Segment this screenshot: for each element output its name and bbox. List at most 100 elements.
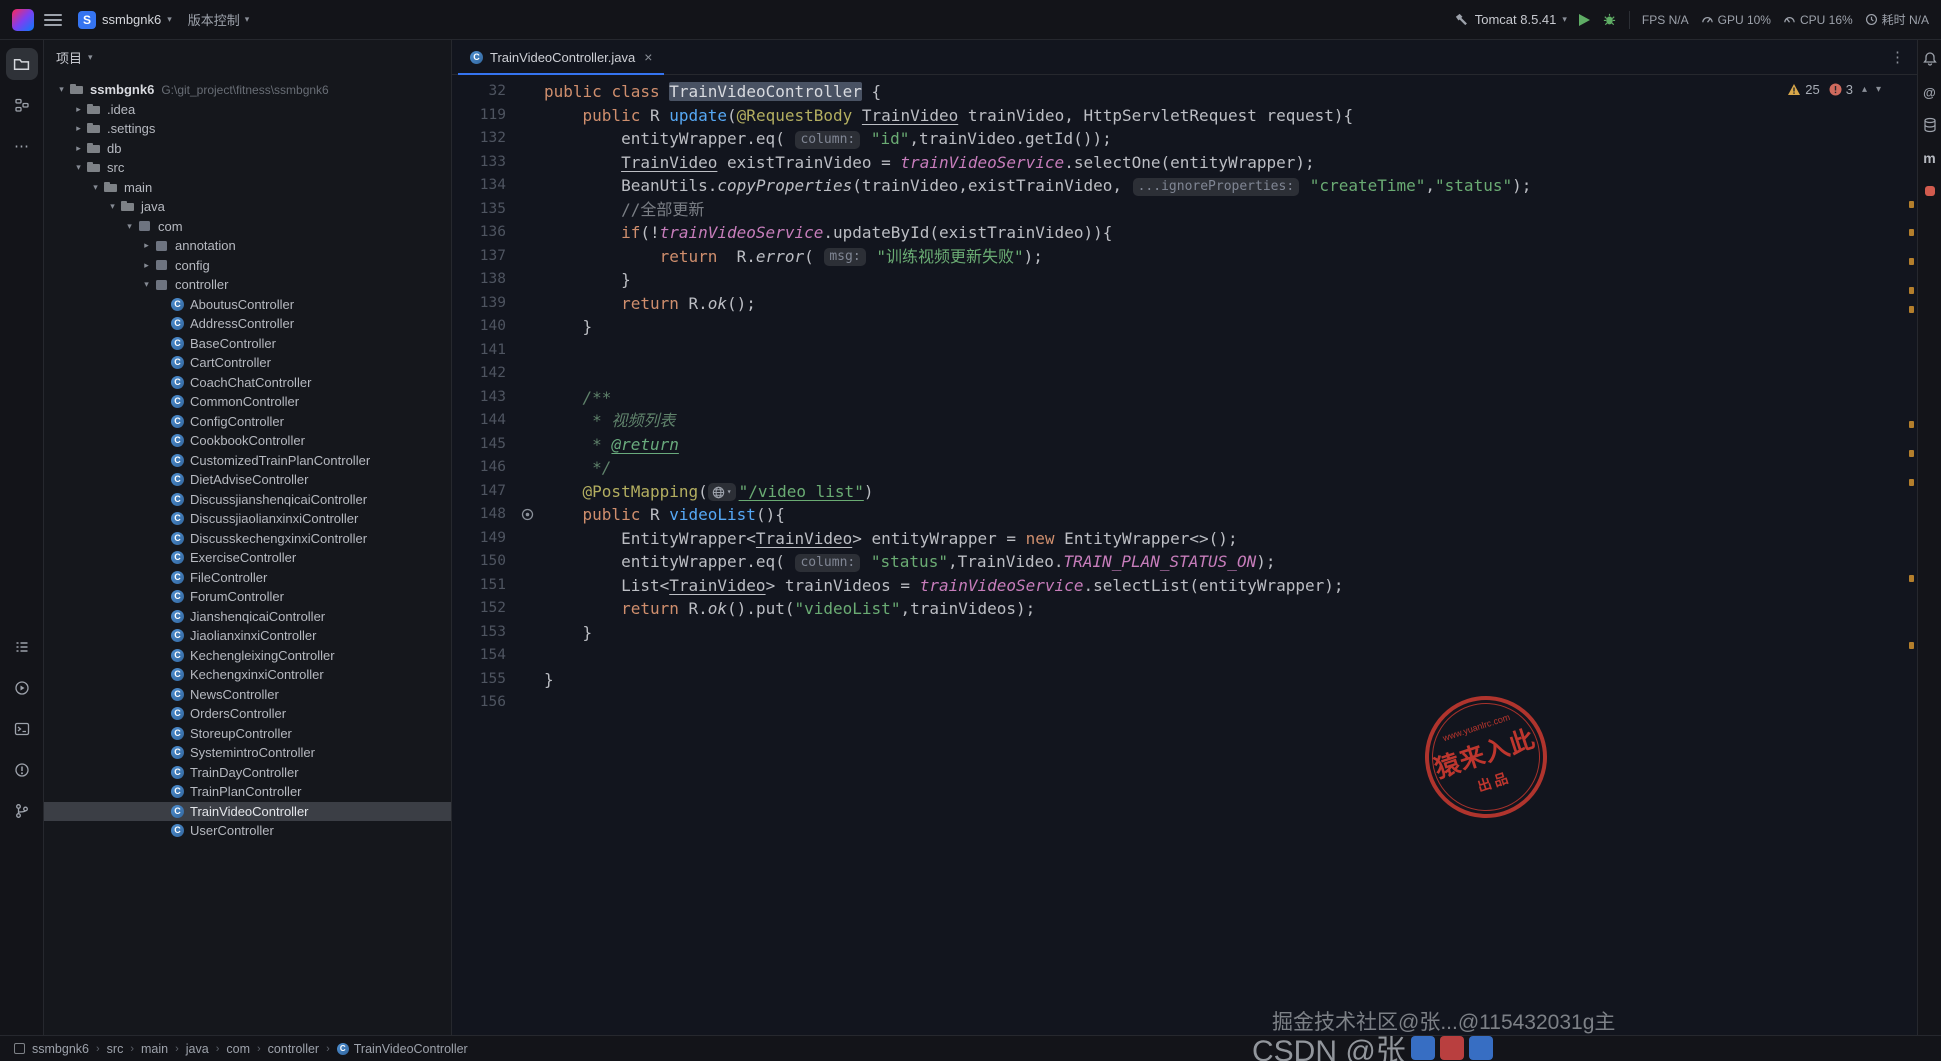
tree-item-DiscusskechengxinxiController[interactable]: C DiscusskechengxinxiController [44,529,451,549]
prev-problem-button[interactable]: ▴ [1862,84,1867,95]
tree-item-java[interactable]: java [44,197,451,217]
tree-item-TrainDayController[interactable]: C TrainDayController [44,763,451,783]
tree-item-.idea[interactable]: .idea [44,100,451,120]
chevron-right-icon[interactable] [139,240,154,251]
plugin-button[interactable] [1921,182,1939,200]
run-config-selector[interactable]: Tomcat 8.5.41 ▾ [1454,12,1567,27]
code-line-134[interactable]: 134 BeanUtils.copyProperties(trainVideo,… [452,174,1917,198]
code-line-147[interactable]: 147 @PostMapping(▾ "/video_list") [452,480,1917,504]
code-line-137[interactable]: 137 return R.error( msg: "训练视频更新失败"); [452,245,1917,269]
chevron-down-icon[interactable] [54,84,69,95]
editor-scrollbar[interactable] [1907,76,1915,1035]
code-line-156[interactable]: 156 [452,691,1917,715]
warning-stripe-mark[interactable] [1909,478,1914,486]
ai-assistant-button[interactable]: @ [1921,83,1939,101]
project-selector[interactable]: S ssmbgnk6 ▾ [72,8,178,32]
code-line-149[interactable]: 149 EntityWrapper<TrainVideo> entityWrap… [452,527,1917,551]
tree-item-.settings[interactable]: .settings [44,119,451,139]
code-line-155[interactable]: 155} [452,668,1917,692]
structure-tool-button[interactable] [6,89,38,121]
code-line-138[interactable]: 138 } [452,268,1917,292]
database-button[interactable] [1921,116,1939,134]
code-line-133[interactable]: 133 TrainVideo existTrainVideo = trainVi… [452,151,1917,175]
tree-item-DiscussjiaolianxinxiController[interactable]: C DiscussjiaolianxinxiController [44,509,451,529]
tree-item-ConfigController[interactable]: C ConfigController [44,412,451,432]
warning-stripe-mark[interactable] [1909,306,1914,314]
code-line-152[interactable]: 152 return R.ok().put("videoList",trainV… [452,597,1917,621]
tree-item-KechengxinxiController[interactable]: C KechengxinxiController [44,665,451,685]
tree-item-ForumController[interactable]: C ForumController [44,587,451,607]
chevron-right-icon[interactable] [71,123,86,134]
code-line-32[interactable]: 32 public class TrainVideoController { [452,80,1917,104]
code-line-119[interactable]: 119 public R update(@RequestBody TrainVi… [452,104,1917,128]
code-line-136[interactable]: 136 if(!trainVideoService.updateById(exi… [452,221,1917,245]
tab-options-icon[interactable]: ⋮ [1890,48,1905,66]
tree-item-annotation[interactable]: annotation [44,236,451,256]
code-line-139[interactable]: 139 return R.ok(); [452,292,1917,316]
code-line-146[interactable]: 146 */ [452,456,1917,480]
tree-item-controller[interactable]: controller [44,275,451,295]
code-line-150[interactable]: 150 entityWrapper.eq( column: "status",T… [452,550,1917,574]
breadcrumb-item-controller[interactable]: controller [268,1042,319,1056]
tree-item-SystemintroController[interactable]: C SystemintroController [44,743,451,763]
code-line-145[interactable]: 145 * @return [452,433,1917,457]
tree-item-TrainVideoController[interactable]: C TrainVideoController [44,801,451,821]
run-button[interactable] [1578,13,1590,26]
notifications-button[interactable] [1921,50,1939,68]
project-tool-button[interactable] [5,48,38,80]
chevron-right-icon[interactable] [71,104,86,115]
warning-stripe-mark[interactable] [1909,286,1914,294]
breadcrumb-item-src[interactable]: src [107,1042,124,1056]
services-tool-button[interactable] [6,672,38,704]
tree-item-BaseController[interactable]: C BaseController [44,334,451,354]
tree-item-AboutusController[interactable]: C AboutusController [44,295,451,315]
tree-item-ssmbgnk6[interactable]: ssmbgnk6 G:\git_project\fitness\ssmbgnk6 [44,80,451,100]
code-area[interactable]: 32 public class TrainVideoController {119… [452,75,1917,1035]
debug-icon[interactable] [1602,12,1617,27]
chevron-right-icon[interactable] [139,260,154,271]
tree-item-FileController[interactable]: C FileController [44,568,451,588]
tree-item-KechengleixingController[interactable]: C KechengleixingController [44,646,451,666]
code-line-142[interactable]: 142 [452,362,1917,386]
chevron-down-icon[interactable] [105,201,120,212]
breadcrumb-item-TrainVideoController[interactable]: C TrainVideoController [336,1042,468,1056]
code-line-144[interactable]: 144 * 视频列表 [452,409,1917,433]
tree-item-AddressController[interactable]: C AddressController [44,314,451,334]
warning-stripe-mark[interactable] [1909,641,1914,649]
tree-item-ExerciseController[interactable]: C ExerciseController [44,548,451,568]
tree-item-CartController[interactable]: C CartController [44,353,451,373]
problems-tool-button[interactable] [6,754,38,786]
warning-stripe-mark[interactable] [1909,574,1914,582]
maven-button[interactable]: m [1921,149,1939,167]
next-problem-button[interactable]: ▾ [1876,84,1881,95]
chevron-down-icon[interactable] [88,182,103,193]
tree-item-main[interactable]: main [44,178,451,198]
url-globe-icon[interactable]: ▾ [707,483,736,501]
tree-item-StoreupController[interactable]: C StoreupController [44,724,451,744]
chevron-down-icon[interactable] [71,162,86,173]
warning-stripe-mark[interactable] [1909,421,1914,429]
breadcrumb-item-com[interactable]: com [226,1042,250,1056]
code-line-143[interactable]: 143 /** [452,386,1917,410]
chevron-down-icon[interactable] [139,279,154,290]
code-line-140[interactable]: 140 } [452,315,1917,339]
terminal-tool-button[interactable] [6,713,38,745]
code-line-141[interactable]: 141 [452,339,1917,363]
project-panel-header[interactable]: 项目 ▾ [44,40,451,74]
vcs-widget[interactable]: 版本控制 ▾ [188,10,250,29]
warning-stripe-mark[interactable] [1909,450,1914,457]
tree-item-CommonController[interactable]: C CommonController [44,392,451,412]
breadcrumb-item-main[interactable]: main [141,1042,168,1056]
tree-item-NewsController[interactable]: C NewsController [44,685,451,705]
tree-item-TrainPlanController[interactable]: C TrainPlanController [44,782,451,802]
git-tool-button[interactable] [6,795,38,827]
tree-item-CoachChatController[interactable]: C CoachChatController [44,373,451,393]
tree-item-UserController[interactable]: C UserController [44,821,451,841]
tree-item-DietAdviseController[interactable]: C DietAdviseController [44,470,451,490]
warning-stripe-mark[interactable] [1909,200,1914,208]
tree-item-DiscussjianshenqicaiController[interactable]: C DiscussjianshenqicaiController [44,490,451,510]
code-line-135[interactable]: 135 //全部更新 [452,198,1917,222]
tree-item-OrdersController[interactable]: C OrdersController [44,704,451,724]
todo-tool-button[interactable] [6,631,38,663]
code-line-153[interactable]: 153 } [452,621,1917,645]
